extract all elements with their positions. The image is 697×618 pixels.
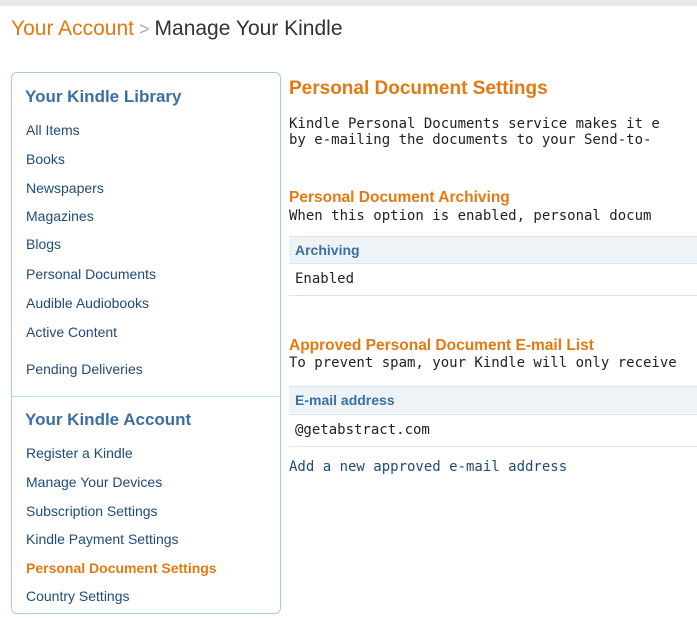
breadcrumb-current: Manage Your Kindle xyxy=(154,17,343,40)
sidebar-account-heading[interactable]: Your Kindle Account xyxy=(25,410,191,430)
page-title: Personal Document Settings xyxy=(289,78,548,99)
sidebar-item-personal-documents[interactable]: Personal Documents xyxy=(26,265,156,283)
add-approved-email-link[interactable]: Add a new approved e-mail address xyxy=(289,459,567,475)
sidebar-item-blogs[interactable]: Blogs xyxy=(26,235,61,253)
breadcrumb-your-account-link[interactable]: Your Account xyxy=(11,17,134,40)
description-line-1: Kindle Personal Documents service makes … xyxy=(289,116,660,132)
sidebar-item-all-items[interactable]: All Items xyxy=(26,121,80,139)
sidebar-item-country-settings[interactable]: Country Settings xyxy=(26,587,130,605)
archiving-column-header: Archiving xyxy=(295,242,360,258)
breadcrumb-separator: > xyxy=(139,19,150,39)
sidebar-item-manage-devices[interactable]: Manage Your Devices xyxy=(26,473,162,491)
sidebar-item-active-content[interactable]: Active Content xyxy=(26,323,117,341)
sidebar-item-pending-deliveries[interactable]: Pending Deliveries xyxy=(26,360,143,378)
sidebar-library-heading[interactable]: Your Kindle Library xyxy=(25,87,182,107)
sidebar: Your Kindle Library All Items Books News… xyxy=(11,72,281,614)
archiving-table-row: Enabled xyxy=(289,263,697,296)
archiving-table-header: Archiving xyxy=(289,236,697,263)
archiving-section-title: Personal Document Archiving xyxy=(289,189,510,206)
sidebar-item-personal-document-settings[interactable]: Personal Document Settings xyxy=(26,559,217,577)
archiving-description: When this option is enabled, personal do… xyxy=(289,208,652,224)
description-line-2: by e-mailing the documents to your Send-… xyxy=(289,132,652,148)
sidebar-item-magazines[interactable]: Magazines xyxy=(26,207,94,225)
sidebar-item-newspapers[interactable]: Newspapers xyxy=(26,179,104,197)
archiving-value: Enabled xyxy=(295,271,355,287)
email-table-header: E-mail address xyxy=(289,386,697,413)
sidebar-item-audible-audiobooks[interactable]: Audible Audiobooks xyxy=(26,294,149,312)
sidebar-item-kindle-payment-settings[interactable]: Kindle Payment Settings xyxy=(26,530,179,548)
page: Your Account > Manage Your Kindle Your Kin… xyxy=(0,6,697,618)
breadcrumb: Your Account > Manage Your Kindle xyxy=(11,16,343,42)
email-address-value: @getabstract.com xyxy=(295,422,430,438)
sidebar-item-register-kindle[interactable]: Register a Kindle xyxy=(26,444,133,462)
approved-list-section-title: Approved Personal Document E-mail List xyxy=(289,337,594,354)
email-column-header: E-mail address xyxy=(295,392,395,408)
sidebar-item-books[interactable]: Books xyxy=(26,150,65,168)
email-table-row: @getabstract.com xyxy=(289,414,697,447)
approved-list-description: To prevent spam, your Kindle will only r… xyxy=(289,355,677,371)
sidebar-item-subscription-settings[interactable]: Subscription Settings xyxy=(26,502,158,520)
sidebar-divider xyxy=(12,396,280,397)
